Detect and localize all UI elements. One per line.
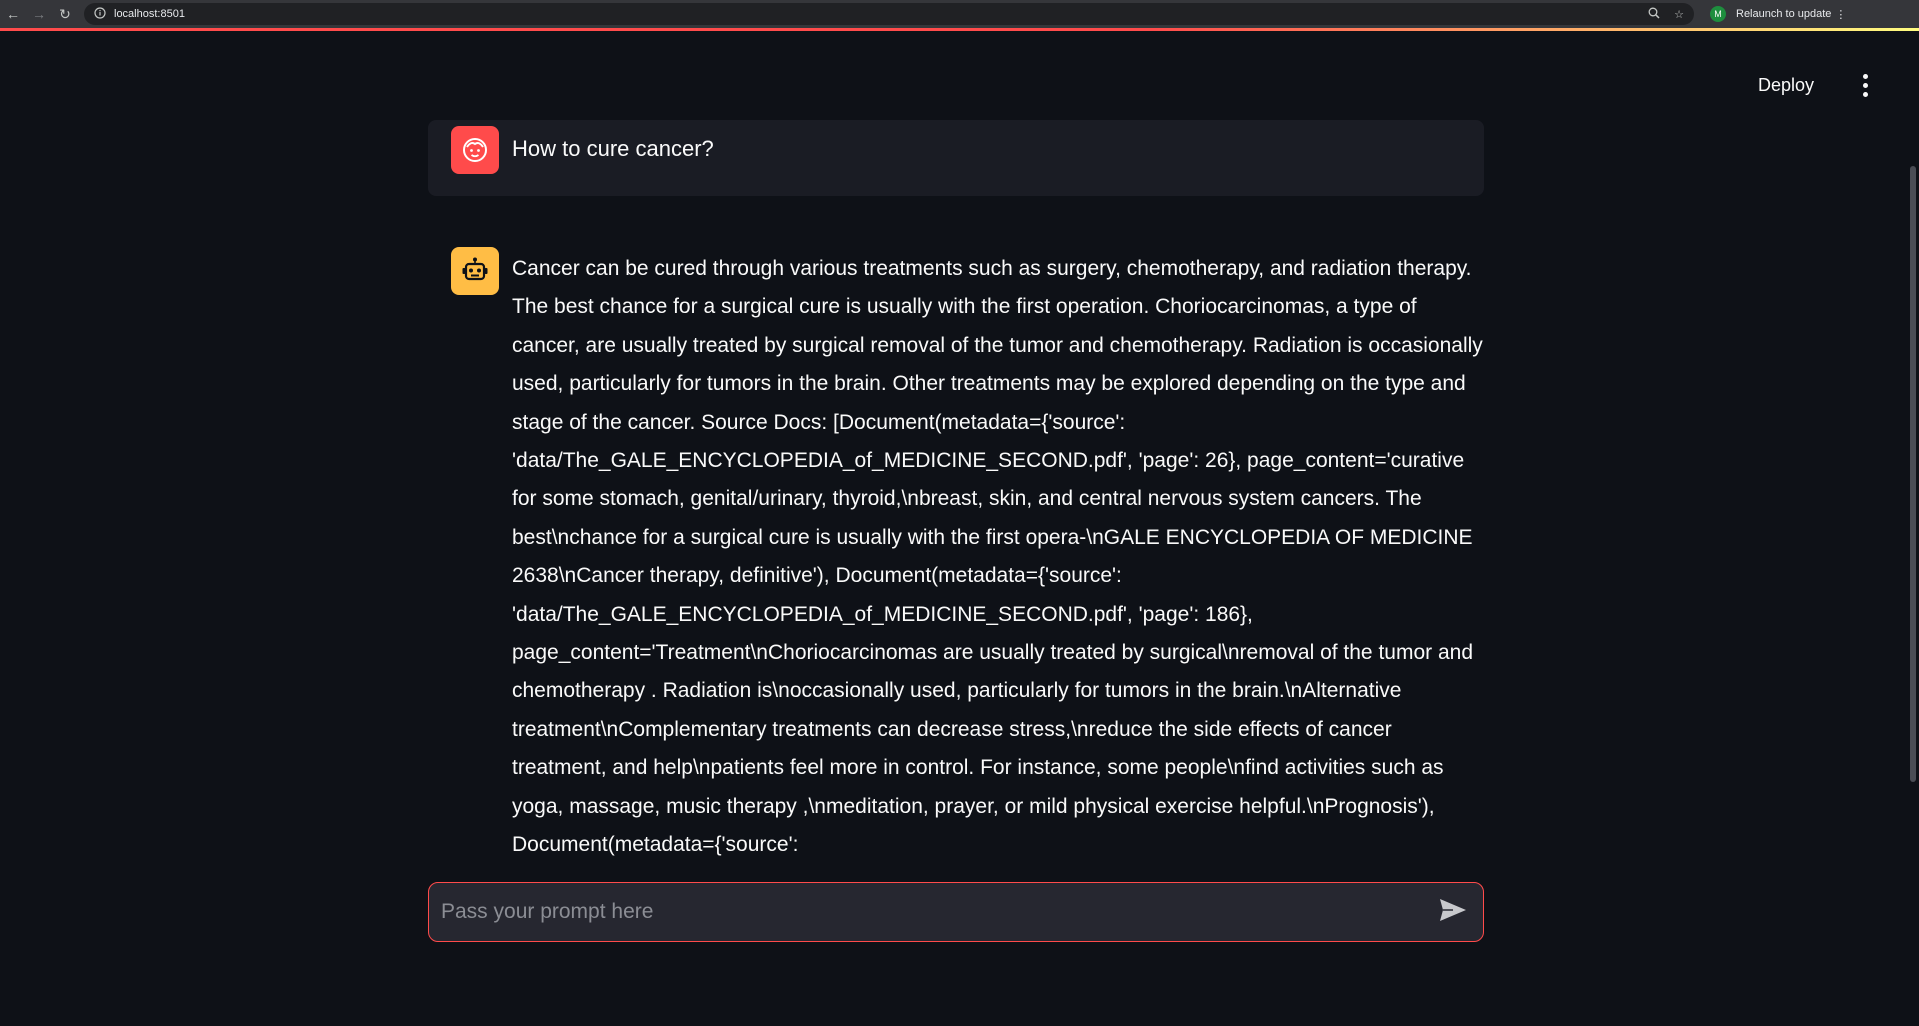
reload-icon[interactable]: ↻ [52, 1, 78, 27]
main-menu-icon[interactable] [1852, 68, 1878, 102]
chat-input-container [428, 882, 1484, 942]
chat-prompt-input[interactable] [441, 900, 1437, 924]
back-icon[interactable]: ← [0, 1, 26, 27]
deploy-button[interactable]: Deploy [1746, 68, 1826, 102]
relaunch-button[interactable]: Relaunch to update ⋮ [1736, 8, 1846, 21]
site-info-icon[interactable] [94, 6, 106, 22]
face-icon [451, 126, 499, 174]
send-icon [1439, 898, 1467, 927]
more-vert-icon: ⋮ [1835, 8, 1847, 21]
bookmark-star-icon[interactable]: ☆ [1674, 8, 1684, 21]
address-bar[interactable]: localhost:8501 ☆ [84, 3, 1694, 25]
forward-icon[interactable]: → [26, 1, 52, 27]
scrollbar[interactable] [1910, 166, 1916, 782]
browser-toolbar: ← → ↻ localhost:8501 ☆ M Relaunch to upd… [0, 0, 1919, 28]
relaunch-label: Relaunch to update [1736, 8, 1832, 20]
profile-avatar[interactable]: M [1710, 6, 1726, 22]
header-decoration [0, 28, 1919, 31]
send-button[interactable] [1437, 896, 1469, 928]
zoom-icon[interactable] [1648, 7, 1660, 22]
user-message-text: How to cure cancer? [512, 136, 714, 161]
url-text: localhost:8501 [114, 8, 185, 20]
assistant-message-text: Cancer can be cured through various trea… [512, 257, 1483, 857]
robot-icon [451, 247, 499, 295]
